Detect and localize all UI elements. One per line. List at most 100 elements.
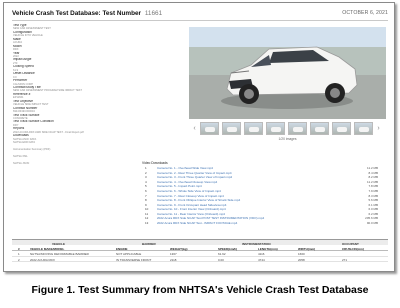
video-num: 4 — [145, 179, 147, 184]
field-value[interactable]: NHTSA XML — [13, 155, 183, 158]
video-name[interactable]: Camera No. 7 - Rear Closeup View of Impa… — [157, 194, 224, 198]
table-cell: 2 — [18, 257, 20, 262]
field-item: Model RDX — [13, 45, 183, 52]
thumbnail-strip: ‹ › — [189, 122, 386, 135]
video-num: 10 — [145, 207, 149, 212]
video-num: 7 — [145, 193, 147, 198]
video-downloads: Video Downloads 1 Camera No. 1 - Overhead… — [142, 161, 388, 225]
video-num: 12 — [145, 216, 149, 221]
video-size: 7.9 MB — [368, 189, 378, 194]
video-size: 8.4 MB — [368, 170, 378, 175]
video-name[interactable]: Camera No. 5 - Impact Point.mp4 — [157, 184, 202, 188]
video-size: 11.2 MB — [367, 166, 378, 171]
table-cell: 271 — [342, 257, 348, 262]
video-size: 6.2 MB — [368, 211, 378, 216]
field-item: Test Objective VEHICLE SIDE IMPACT TEST — [13, 100, 183, 107]
column-header: # — [18, 246, 20, 251]
field-value[interactable]: Instrumentation Summary (PDF) — [13, 148, 183, 151]
video-size: 90.0 MB — [366, 220, 378, 225]
test-field-list: Test Type NEW CAR ASSESSMENT TEST Configur… — [13, 24, 183, 169]
thumbnail[interactable] — [222, 122, 241, 135]
video-num: 11 — [145, 211, 149, 216]
field-item: Contract/Study Title NEW CAR ASSESSMENT P… — [13, 86, 183, 93]
vehicle-photo[interactable] — [189, 27, 386, 119]
table-cell: 4744 — [258, 257, 265, 262]
video-downloads-heading: Video Downloads — [142, 161, 168, 165]
video-size: 6.0 MB — [368, 207, 378, 212]
video-num: 9 — [145, 202, 147, 207]
video-name[interactable]: Camera No. 4 - Overhead Closeup View.mp4 — [157, 180, 217, 184]
video-name[interactable]: Camera No. 8 - Front Oblique Interior Vi… — [157, 198, 240, 202]
video-num: 8 — [145, 198, 147, 203]
field-item: Performer CALSPAN CORP — [13, 79, 183, 86]
video-size: 7.8 MB — [368, 184, 378, 189]
thumbnail[interactable] — [266, 122, 285, 135]
column-header: WIDTH(mm) — [298, 246, 316, 251]
test-date: OCTOBER 6, 2021 — [342, 10, 388, 16]
thumbnail[interactable] — [288, 122, 307, 135]
video-size: 205.6 MB — [365, 216, 378, 221]
thumbnail[interactable] — [354, 122, 373, 135]
chevron-right-icon[interactable]: › — [376, 122, 381, 135]
field-item: Reference # EP11661 — [13, 93, 183, 100]
video-num: 13 — [145, 220, 149, 225]
column-header: LENGTH(mm) — [258, 246, 278, 251]
table-cell: 2058 — [298, 257, 305, 262]
column-header: ENGINE — [116, 246, 128, 251]
thumbnail[interactable] — [332, 122, 351, 135]
table-row: 2 2022 ACURA RDX IN TRANSVERSE FRONT 2118 0.… — [12, 257, 388, 263]
test-number: 11661 — [144, 10, 163, 17]
database-page: Vehicle Crash Test Database: Test Number… — [3, 2, 395, 272]
video-name[interactable]: Camera No. 6 - Whole Side View of Impact… — [157, 189, 221, 193]
field-item: Impact Angle 270 — [13, 58, 183, 65]
video-num: 6 — [145, 189, 147, 194]
field-item[interactable]: Downloads NHTSA ASCII DATA — [13, 134, 183, 141]
field-value[interactable]: NHTSA EDR DATA — [13, 141, 183, 144]
vehicle-photo-svg — [189, 27, 386, 119]
thumbnail[interactable] — [200, 122, 219, 135]
page-title: Vehicle Crash Test Database: Test Number… — [12, 10, 162, 17]
photo-caption: 1/20 images — [278, 137, 297, 141]
video-name[interactable]: Camera No. 1 - Overhead Wide View.mp4 — [157, 166, 213, 170]
vehicle-table: VEHICLE BARRIER INSTRUMENTATION OCCUPANT # V… — [12, 239, 388, 263]
video-name[interactable]: Camera No. 10 - Front Interior View (Onb… — [157, 207, 226, 211]
field-item[interactable]: Reports 2022 ACURA RDX AWD SIDE NCAP TEST… — [13, 127, 183, 134]
page-title-text: Vehicle Crash Test Database: Test Number — [12, 10, 142, 17]
video-name[interactable]: Camera No. 9 - Front Occupant Head Sidev… — [157, 203, 226, 207]
video-size: 5.6 MB — [368, 198, 378, 203]
thumbnail[interactable] — [244, 122, 263, 135]
video-size: 8.3 MB — [368, 193, 378, 198]
field-item[interactable]: Instrumentation Summary (PDF) — [13, 148, 183, 155]
field-item: Test Track Surface Condition DRY — [13, 120, 183, 127]
video-name[interactable]: Camera No. 3 - Front Three Quarter View … — [157, 175, 232, 179]
table-cell: 0.00 — [218, 257, 224, 262]
video-row[interactable]: 13 2022 Acura RDX Side NCAP Test - IMPACT… — [142, 221, 388, 226]
video-size: 8.2 MB — [368, 175, 378, 180]
page-header: Vehicle Crash Test Database: Test Number… — [12, 10, 388, 20]
column-header: VEHICLE MAKE/MODEL — [30, 246, 65, 251]
field-item: Test Track Surface CONCRETE — [13, 114, 183, 121]
figure-caption: Figure 1. Test Summary from NHTSA's Vehi… — [31, 284, 369, 296]
thumbnail[interactable] — [310, 122, 329, 135]
field-item: Offset Distance 0.0 — [13, 72, 183, 79]
video-size: 11.2 MB — [367, 179, 378, 184]
field-item[interactable]: NHTSA EDR DATA — [13, 141, 183, 148]
field-item: Contract Number 693JJ919C000004 — [13, 107, 183, 114]
column-header: WEIGHT(kg) — [170, 246, 188, 251]
field-item: Configuration VEHICLE INTO VEHICLE — [13, 31, 183, 38]
column-header: CRUSH ID(mm) — [342, 246, 364, 251]
chevron-left-icon[interactable]: ‹ — [192, 122, 197, 135]
header-divider — [12, 20, 388, 21]
table-cell: 2118 — [170, 257, 177, 262]
field-item: Closing Speed 61.9 — [13, 65, 183, 72]
video-name[interactable]: Camera No. 11 - Rear Interior View (Onbo… — [157, 212, 225, 216]
video-name[interactable]: 2022 Acura RDX Side NCAP Test POST TEST … — [157, 216, 264, 220]
vehicle-table-body: 1 NHTSA/MOVING DEFORMABLE BARRIER NOT APPL… — [12, 251, 388, 263]
video-name[interactable]: 2022 Acura RDX Side NCAP Test - IMPACT F… — [157, 221, 237, 225]
table-cell: IN TRANSVERSE FRONT — [116, 257, 152, 262]
field-item: Make ACURA — [13, 38, 183, 45]
video-size: 6.1 MB — [368, 202, 378, 207]
video-name[interactable]: Camera No. 2 - Rear Three Quarter View o… — [157, 171, 232, 175]
video-num: 2 — [145, 170, 147, 175]
video-list: 1 Camera No. 1 - Overhead Wide View.mp4 11… — [142, 166, 388, 225]
